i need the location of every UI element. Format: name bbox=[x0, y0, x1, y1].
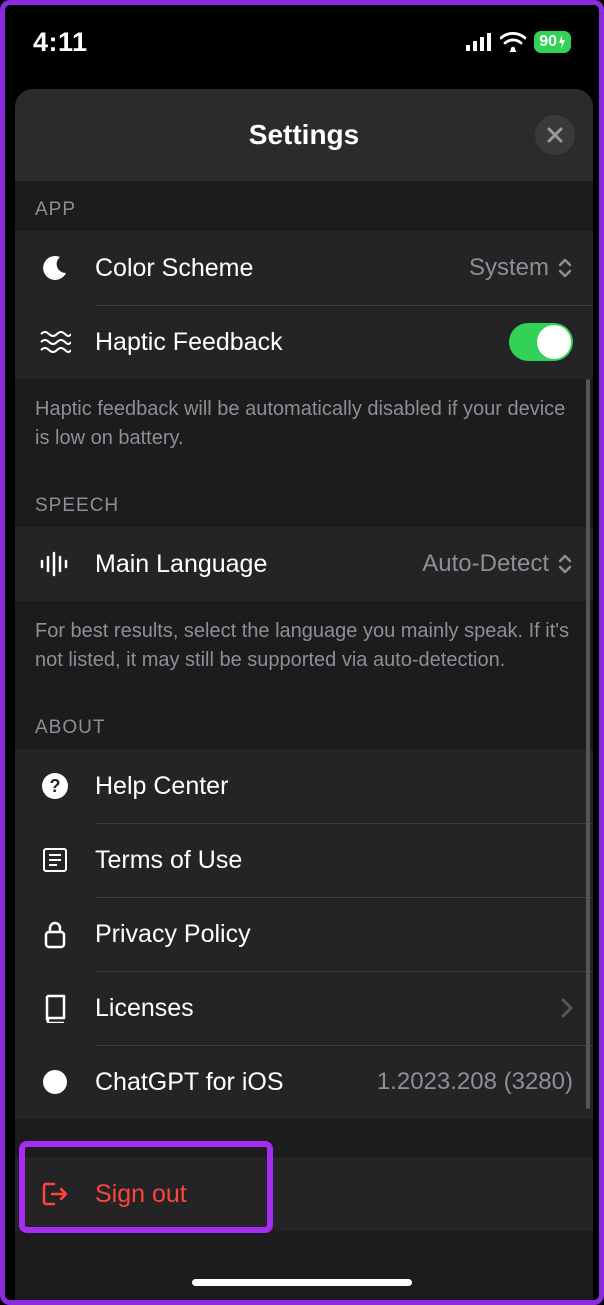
group-about: ? Help Center Terms of Use Privacy Polic… bbox=[15, 749, 593, 1119]
help-icon: ? bbox=[35, 772, 75, 800]
moon-icon bbox=[35, 253, 75, 283]
group-speech: Main Language Auto-Detect bbox=[15, 527, 593, 601]
row-app-version: ChatGPT for iOS 1.2023.208 (3280) bbox=[15, 1045, 593, 1119]
audio-wave-icon bbox=[35, 551, 75, 577]
home-indicator[interactable] bbox=[192, 1279, 412, 1286]
wifi-icon bbox=[500, 32, 526, 52]
updown-icon bbox=[557, 257, 573, 279]
status-right: 90 bbox=[466, 31, 571, 53]
updown-icon bbox=[557, 553, 573, 575]
svg-text:?: ? bbox=[50, 776, 61, 796]
lock-icon bbox=[35, 919, 75, 949]
row-licenses[interactable]: Licenses bbox=[15, 971, 593, 1045]
row-terms[interactable]: Terms of Use bbox=[15, 823, 593, 897]
help-label: Help Center bbox=[95, 772, 573, 801]
color-scheme-label: Color Scheme bbox=[95, 254, 469, 283]
row-color-scheme[interactable]: Color Scheme System bbox=[15, 231, 593, 305]
app-icon bbox=[35, 1068, 75, 1096]
section-footer-speech: For best results, select the language yo… bbox=[15, 601, 593, 699]
section-header-app: APP bbox=[15, 181, 593, 231]
row-sign-out[interactable]: Sign out bbox=[15, 1157, 593, 1231]
group-app: Color Scheme System Haptic Feedback bbox=[15, 231, 593, 379]
spacer bbox=[15, 1119, 593, 1157]
settings-sheet: Settings APP Color Scheme System bbox=[15, 89, 593, 1300]
row-privacy[interactable]: Privacy Policy bbox=[15, 897, 593, 971]
row-main-language[interactable]: Main Language Auto-Detect bbox=[15, 527, 593, 601]
close-icon bbox=[547, 127, 563, 143]
app-version-value: 1.2023.208 (3280) bbox=[377, 1068, 573, 1096]
row-help-center[interactable]: ? Help Center bbox=[15, 749, 593, 823]
group-signout: Sign out bbox=[15, 1157, 593, 1231]
chevron-right-icon bbox=[561, 998, 573, 1018]
main-language-label: Main Language bbox=[95, 550, 422, 579]
scroll-indicator[interactable] bbox=[586, 379, 590, 1109]
terms-label: Terms of Use bbox=[95, 846, 573, 875]
close-button[interactable] bbox=[535, 115, 575, 155]
sheet-header: Settings bbox=[15, 89, 593, 181]
color-scheme-value: System bbox=[469, 254, 549, 282]
battery-icon: 90 bbox=[534, 31, 571, 53]
battery-level: 90 bbox=[539, 33, 557, 51]
main-language-value: Auto-Detect bbox=[422, 550, 549, 578]
book-icon bbox=[35, 993, 75, 1023]
privacy-label: Privacy Policy bbox=[95, 920, 573, 949]
waves-icon bbox=[35, 330, 75, 354]
status-bar: 4:11 90 bbox=[5, 5, 599, 65]
signout-icon bbox=[35, 1180, 75, 1208]
row-haptic-feedback[interactable]: Haptic Feedback bbox=[15, 305, 593, 379]
device-frame: 4:11 90 Settings APP bbox=[0, 0, 604, 1305]
document-icon bbox=[35, 846, 75, 874]
section-header-about: ABOUT bbox=[15, 699, 593, 749]
signout-label: Sign out bbox=[95, 1180, 573, 1209]
section-header-speech: SPEECH bbox=[15, 477, 593, 527]
app-name-label: ChatGPT for iOS bbox=[95, 1068, 377, 1097]
licenses-label: Licenses bbox=[95, 994, 553, 1023]
cellular-icon bbox=[466, 33, 492, 51]
haptic-switch[interactable] bbox=[509, 323, 573, 361]
section-footer-app: Haptic feedback will be automatically di… bbox=[15, 379, 593, 477]
page-title: Settings bbox=[249, 119, 359, 151]
haptic-label: Haptic Feedback bbox=[95, 328, 509, 357]
status-time: 4:11 bbox=[33, 27, 88, 58]
